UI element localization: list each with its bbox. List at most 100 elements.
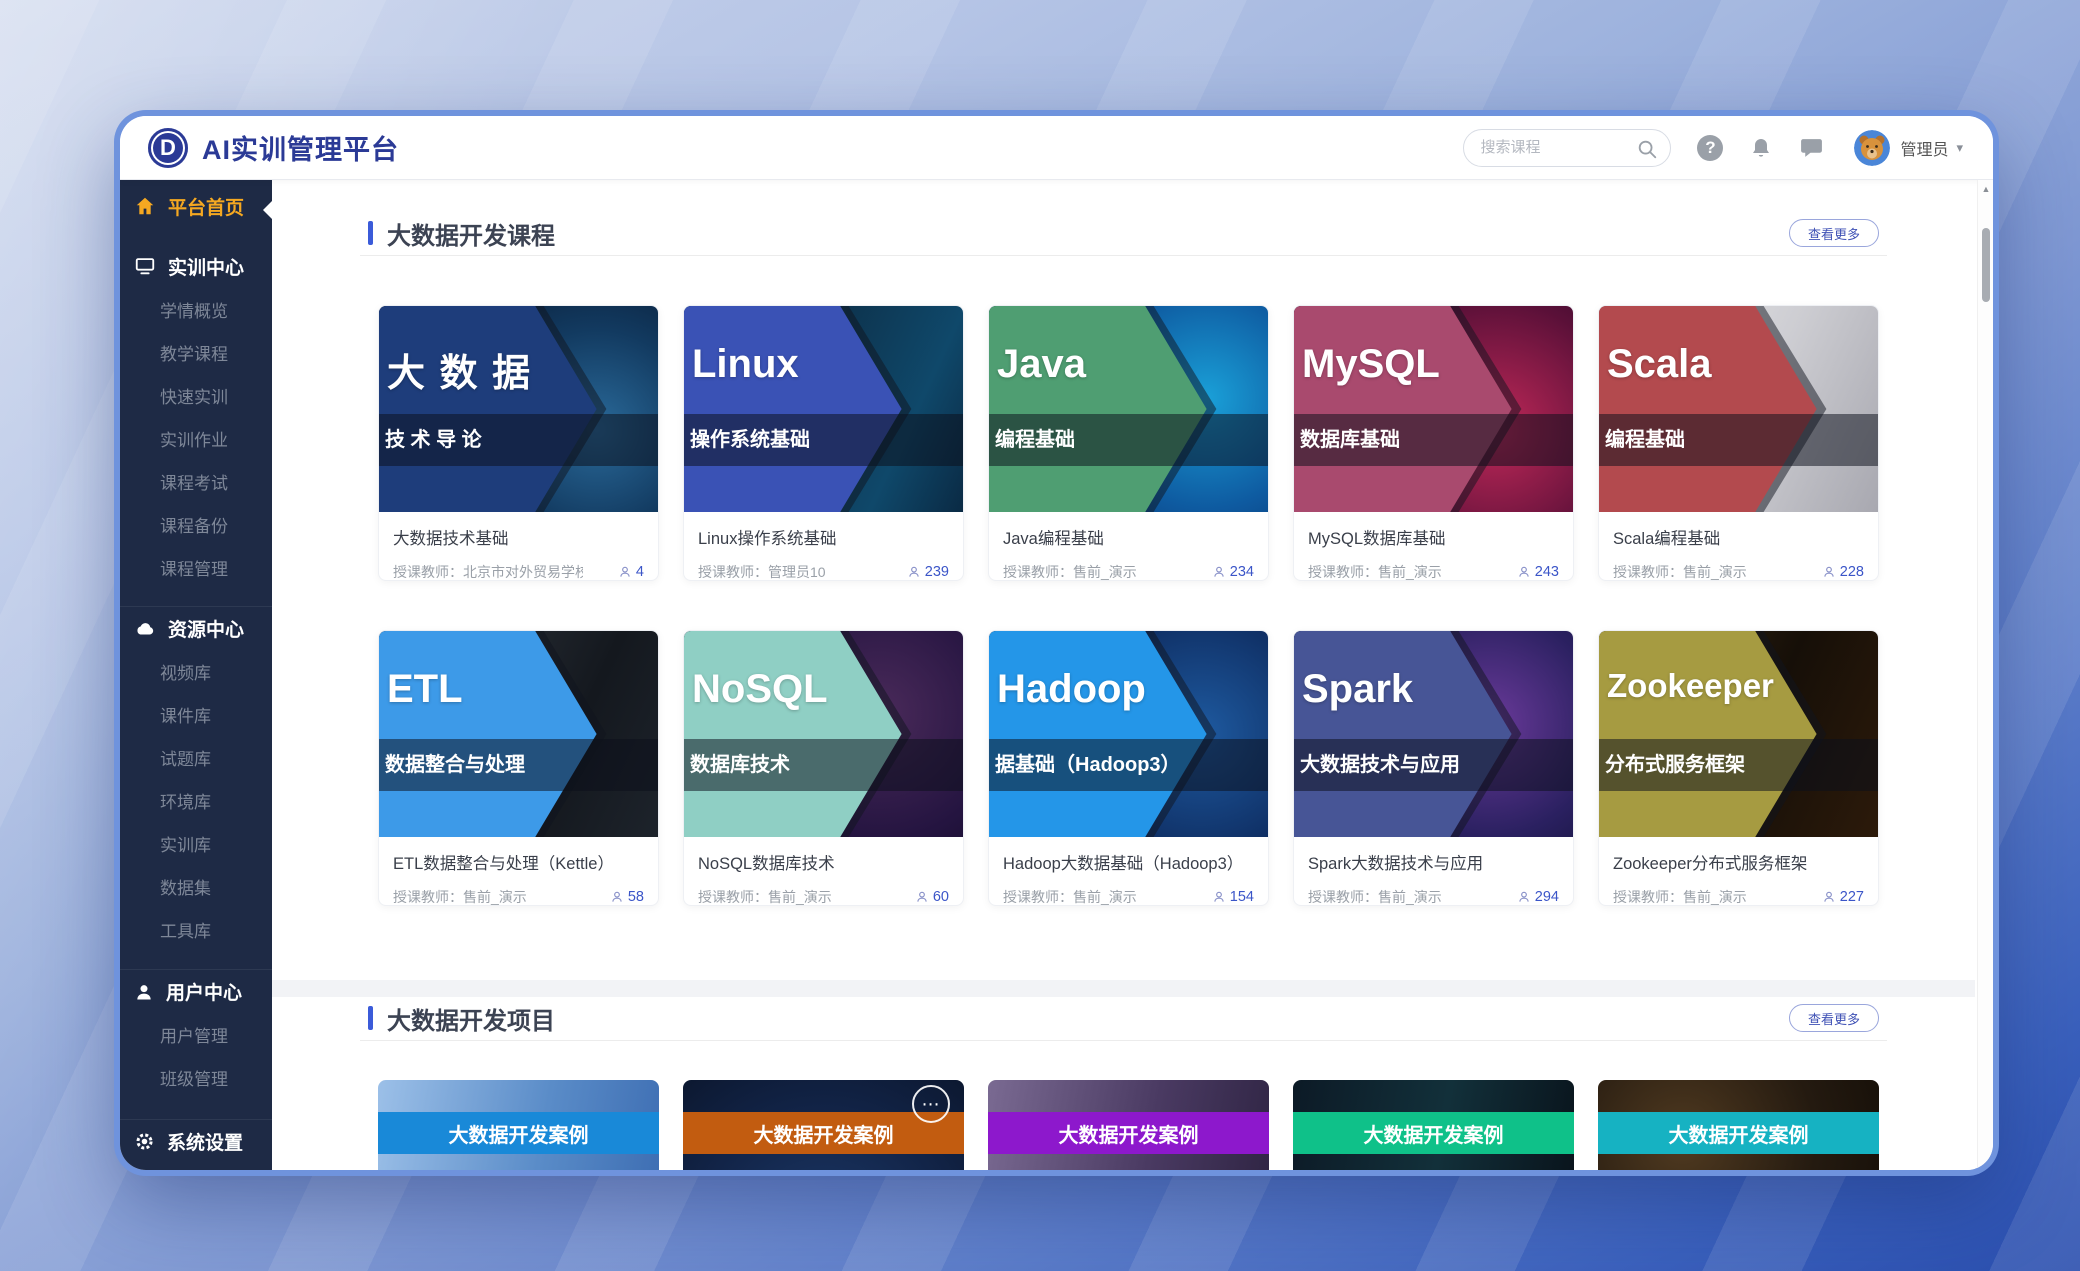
enroll-count: 154 [1212, 889, 1254, 905]
sidebar-item[interactable]: 课件库 [120, 693, 272, 736]
gear-icon [134, 1131, 155, 1152]
course-name: Scala编程基础 [1613, 525, 1864, 549]
sidebar-section-training[interactable]: 实训中心 [120, 244, 272, 288]
app-logo-icon: D [148, 128, 188, 168]
enroll-count: 239 [907, 564, 949, 580]
sidebar-item[interactable]: 课程备份 [120, 503, 272, 546]
chevron-down-icon[interactable]: ▾ [1956, 140, 1963, 156]
cover-title: NoSQL [692, 667, 828, 712]
person-icon [915, 890, 929, 904]
avatar[interactable] [1854, 130, 1890, 166]
cover-title: ETL [387, 667, 463, 712]
header-actions: ? 管理员 ▾ [1463, 129, 1963, 167]
cloud-icon [134, 618, 156, 640]
cover-subtitle: 据基础（Hadoop3） [995, 739, 1268, 791]
course-card[interactable]: Scala 编程基础 Scala编程基础 授课教师：售前_演示 228 [1598, 305, 1879, 581]
course-row-1: 大 数 据 技 术 导 论 大数据技术基础 授课教师：北京市对外贸易学校教...… [378, 305, 1879, 581]
course-card[interactable]: Zookeeper 分布式服务框架 Zookeeper分布式服务框架 授课教师：… [1598, 630, 1879, 906]
sidebar-item[interactable]: 环境库 [120, 779, 272, 822]
course-card[interactable]: MySQL 数据库基础 MySQL数据库基础 授课教师：售前_演示 243 [1293, 305, 1574, 581]
enroll-count: 58 [610, 889, 644, 905]
person-icon [618, 565, 632, 579]
person-icon [1517, 565, 1531, 579]
cover-title: Java [997, 342, 1086, 387]
project-banner: 大数据开发案例 [378, 1112, 659, 1154]
cover-title: MySQL [1302, 342, 1440, 387]
project-card[interactable]: ⋯ 大数据开发案例 [683, 1080, 964, 1170]
cover-title: Linux [692, 342, 799, 387]
home-icon [134, 195, 156, 217]
sidebar-section-settings[interactable]: 系统设置 [120, 1119, 272, 1163]
course-card[interactable]: Java 编程基础 Java编程基础 授课教师：售前_演示 234 [988, 305, 1269, 581]
course-name: MySQL数据库基础 [1308, 525, 1559, 549]
course-card[interactable]: Linux 操作系统基础 Linux操作系统基础 授课教师：管理员10 239 [683, 305, 964, 581]
sidebar-section-resources[interactable]: 资源中心 [120, 606, 272, 650]
sidebar-item[interactable]: 课程管理 [120, 546, 272, 589]
course-row-2: ETL 数据整合与处理 ETL数据整合与处理（Kettle） 授课教师：售前_演… [378, 630, 1879, 906]
monitor-icon [134, 255, 156, 277]
course-card[interactable]: Spark 大数据技术与应用 Spark大数据技术与应用 授课教师：售前_演示 … [1293, 630, 1574, 906]
sidebar-item[interactable]: 班级管理 [120, 1056, 272, 1099]
course-teacher: 授课教师：售前_演示 [1613, 562, 1747, 581]
person-icon [907, 565, 921, 579]
sidebar-section-users[interactable]: 用户中心 [120, 969, 272, 1013]
sidebar: 平台首页 实训中心 学情概览 教学课程 快速实训 实训作业 课程考试 课程备份 … [120, 180, 272, 1170]
course-teacher: 授课教师：管理员10 [698, 562, 826, 581]
project-card[interactable]: 大数据开发案例 [1293, 1080, 1574, 1170]
help-button[interactable]: ? [1697, 135, 1723, 161]
enroll-count: 4 [618, 564, 644, 580]
messages-button[interactable] [1799, 135, 1824, 160]
cover-subtitle: 编程基础 [995, 414, 1268, 466]
courses-more-button[interactable]: 查看更多 [1789, 219, 1879, 247]
search-icon[interactable] [1636, 138, 1658, 165]
enroll-count: 294 [1517, 889, 1559, 905]
course-card[interactable]: NoSQL 数据库技术 NoSQL数据库技术 授课教师：售前_演示 60 [683, 630, 964, 906]
project-banner: 大数据开发案例 [1598, 1112, 1879, 1154]
course-card[interactable]: Hadoop 据基础（Hadoop3） Hadoop大数据基础（Hadoop3）… [988, 630, 1269, 906]
sidebar-item[interactable]: 学情概览 [120, 288, 272, 331]
bell-icon [1749, 136, 1773, 160]
sidebar-item[interactable]: 快速实训 [120, 374, 272, 417]
course-name: Hadoop大数据基础（Hadoop3） [1003, 850, 1254, 874]
sidebar-item[interactable]: 教学课程 [120, 331, 272, 374]
sidebar-item[interactable]: 实训库 [120, 822, 272, 865]
course-card[interactable]: 大 数 据 技 术 导 论 大数据技术基础 授课教师：北京市对外贸易学校教...… [378, 305, 659, 581]
desktop-background: D AI实训管理平台 ? [0, 0, 2080, 1271]
course-name: Java编程基础 [1003, 525, 1254, 549]
projects-more-button[interactable]: 查看更多 [1789, 1004, 1879, 1032]
enroll-count: 234 [1212, 564, 1254, 580]
main-content: 大数据开发课程 查看更多 大 数 据 技 术 导 论 大数据技术基础 授课教师：… [272, 180, 1975, 1170]
person-icon [610, 890, 624, 904]
sidebar-item[interactable]: 视频库 [120, 650, 272, 693]
sidebar-item[interactable]: 课程考试 [120, 460, 272, 503]
course-name: 大数据技术基础 [393, 525, 644, 549]
courses-section-header: 大数据开发课程 查看更多 [368, 216, 1879, 250]
project-card[interactable]: 大数据开发案例 [988, 1080, 1269, 1170]
user-name[interactable]: 管理员 [1900, 136, 1948, 160]
person-icon [1212, 890, 1226, 904]
project-card[interactable]: 大数据开发案例 [1598, 1080, 1879, 1170]
course-name: ETL数据整合与处理（Kettle） [393, 850, 644, 874]
app-window: D AI实训管理平台 ? [120, 116, 1993, 1170]
scroll-up-arrow[interactable]: ▲ [1978, 180, 1993, 198]
cover-subtitle: 数据整合与处理 [385, 739, 658, 791]
title-bar-accent [368, 1006, 373, 1030]
section-gap [272, 980, 1975, 997]
sidebar-item[interactable]: 工具库 [120, 908, 272, 951]
cover-subtitle: 数据库技术 [690, 739, 963, 791]
enroll-count: 60 [915, 889, 949, 905]
person-icon [1212, 565, 1226, 579]
course-teacher: 授课教师：售前_演示 [1003, 562, 1137, 581]
sidebar-item[interactable]: 试题库 [120, 736, 272, 779]
course-teacher: 授课教师：售前_演示 [1308, 562, 1442, 581]
sidebar-item[interactable]: 实训作业 [120, 417, 272, 460]
cover-title: Zookeeper [1607, 667, 1774, 705]
course-card[interactable]: ETL 数据整合与处理 ETL数据整合与处理（Kettle） 授课教师：售前_演… [378, 630, 659, 906]
sidebar-item-home[interactable]: 平台首页 [120, 184, 272, 228]
notifications-button[interactable] [1749, 136, 1773, 160]
projects-section-title: 大数据开发项目 [387, 1001, 555, 1036]
project-card[interactable]: 大数据开发案例 [378, 1080, 659, 1170]
sidebar-item[interactable]: 数据集 [120, 865, 272, 908]
sidebar-item[interactable]: 用户管理 [120, 1013, 272, 1056]
scrollbar-thumb[interactable] [1982, 228, 1990, 302]
